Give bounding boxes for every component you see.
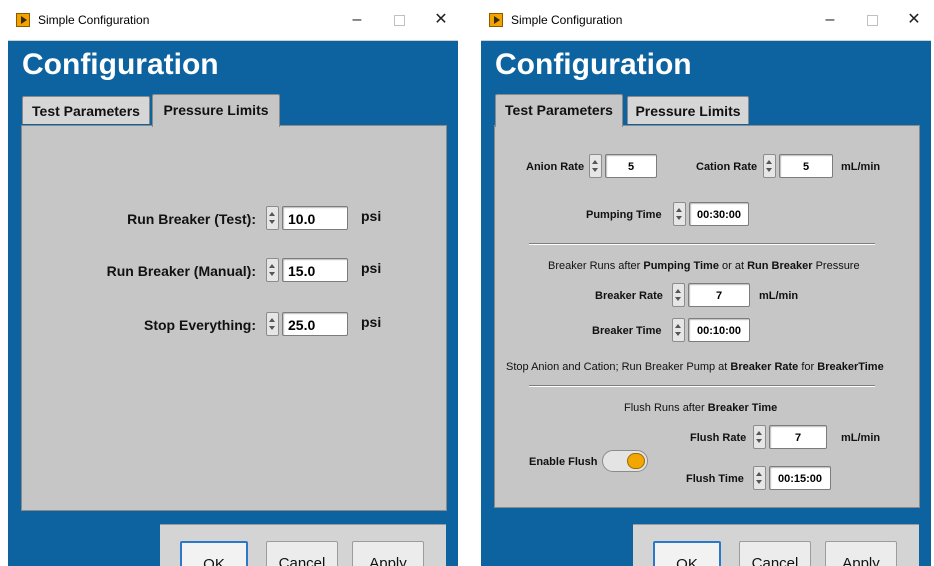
enable-flush-label: Enable Flush bbox=[529, 456, 598, 468]
breaker-rate-label: Breaker Rate bbox=[595, 290, 663, 302]
cation-rate-input[interactable]: 5 bbox=[779, 154, 833, 178]
stop-everything-input[interactable]: 25.0 bbox=[282, 312, 348, 336]
spinner-icon[interactable] bbox=[673, 202, 686, 226]
run-breaker-test-control: 10.0 bbox=[266, 203, 348, 233]
title-bar[interactable]: Simple Configuration – ✕ bbox=[8, 0, 458, 41]
title-bar[interactable]: Simple Configuration – ✕ bbox=[481, 0, 931, 41]
breaker-rate-input[interactable]: 7 bbox=[688, 283, 750, 307]
config-window-test: Simple Configuration – ✕ Configuration T… bbox=[481, 0, 931, 566]
pumping-time-input[interactable]: 00:30:00 bbox=[689, 202, 749, 226]
anion-rate-label: Anion Rate bbox=[526, 161, 585, 173]
labview-run-icon bbox=[489, 13, 503, 27]
ok-button[interactable]: OK bbox=[180, 541, 248, 566]
stop-everything-control: 25.0 bbox=[266, 309, 348, 339]
cancel-button[interactable]: Cancel bbox=[266, 541, 338, 566]
flush-rate-input[interactable]: 7 bbox=[769, 425, 827, 449]
pumping-time-control: 00:30:00 bbox=[673, 199, 749, 229]
run-breaker-manual-input[interactable]: 15.0 bbox=[282, 258, 348, 282]
enable-flush-toggle[interactable] bbox=[602, 450, 648, 472]
run-breaker-manual-label: Run Breaker (Manual): bbox=[106, 263, 256, 279]
anion-rate-input[interactable]: 5 bbox=[605, 154, 657, 178]
anion-rate-control: 5 bbox=[589, 151, 657, 181]
maximize-icon[interactable] bbox=[388, 9, 410, 31]
flush-rate-control: 7 bbox=[753, 422, 827, 452]
toggle-knob bbox=[627, 453, 645, 469]
stop-note: Stop Anion and Cation; Run Breaker Pump … bbox=[506, 361, 884, 373]
spinner-icon[interactable] bbox=[672, 283, 685, 307]
spinner-icon[interactable] bbox=[266, 206, 279, 230]
cation-rate-control: 5 bbox=[763, 151, 833, 181]
spinner-icon[interactable] bbox=[672, 318, 685, 342]
ok-button[interactable]: OK bbox=[653, 541, 721, 566]
page-title: Configuration bbox=[22, 48, 219, 81]
breaker-time-label: Breaker Time bbox=[592, 325, 662, 337]
breaker-rate-control: 7 bbox=[672, 280, 750, 310]
unit-label: psi bbox=[361, 208, 382, 224]
tab-test-parameters[interactable]: Test Parameters bbox=[22, 96, 150, 124]
minimize-icon[interactable]: – bbox=[819, 9, 841, 31]
pressure-limits-panel: Run Breaker (Test): 10.0 psi Run Breaker… bbox=[21, 125, 447, 511]
spinner-icon[interactable] bbox=[753, 425, 766, 449]
labview-run-icon bbox=[16, 13, 30, 27]
flush-time-input[interactable]: 00:15:00 bbox=[769, 466, 831, 490]
cation-rate-label: Cation Rate bbox=[696, 161, 758, 173]
config-window-pressure: Simple Configuration – ✕ Configuration T… bbox=[8, 0, 458, 566]
page-title: Configuration bbox=[495, 48, 692, 81]
flush-time-label: Flush Time bbox=[686, 473, 744, 485]
divider bbox=[529, 243, 875, 245]
unit-label: psi bbox=[361, 260, 382, 276]
run-breaker-manual-control: 15.0 bbox=[266, 255, 348, 285]
spinner-icon[interactable] bbox=[266, 258, 279, 282]
maximize-icon[interactable] bbox=[861, 9, 883, 31]
flush-note: Flush Runs after Breaker Time bbox=[624, 402, 778, 414]
breaker-unit-label: mL/min bbox=[759, 290, 799, 302]
apply-button[interactable]: Apply bbox=[825, 541, 897, 566]
cation-unit-label: mL/min bbox=[841, 161, 881, 173]
divider bbox=[529, 385, 875, 387]
apply-button[interactable]: Apply bbox=[352, 541, 424, 566]
flush-unit-label: mL/min bbox=[841, 432, 881, 444]
pumping-time-label: Pumping Time bbox=[586, 209, 662, 221]
run-breaker-test-input[interactable]: 10.0 bbox=[282, 206, 348, 230]
breaker-time-input[interactable]: 00:10:00 bbox=[688, 318, 750, 342]
unit-label: psi bbox=[361, 314, 382, 330]
button-bar: OK Cancel Apply bbox=[633, 524, 919, 566]
tab-pressure-limits[interactable]: Pressure Limits bbox=[152, 94, 280, 127]
stop-everything-label: Stop Everything: bbox=[143, 317, 256, 333]
tab-test-parameters[interactable]: Test Parameters bbox=[495, 94, 623, 127]
button-bar: OK Cancel Apply bbox=[160, 524, 446, 566]
spinner-icon[interactable] bbox=[753, 466, 766, 490]
close-icon[interactable]: ✕ bbox=[903, 9, 925, 31]
test-parameters-panel: Anion Rate 5 Cation Rate 5 mL/min Pumpin… bbox=[494, 125, 920, 508]
spinner-icon[interactable] bbox=[266, 312, 279, 336]
window-title: Simple Configuration bbox=[38, 13, 150, 27]
window-title: Simple Configuration bbox=[511, 13, 623, 27]
spinner-icon[interactable] bbox=[589, 154, 602, 178]
run-breaker-test-label: Run Breaker (Test): bbox=[127, 211, 256, 227]
breaker-note: Breaker Runs after Pumping Time or at Ru… bbox=[548, 260, 860, 272]
flush-time-control: 00:15:00 bbox=[753, 463, 831, 493]
breaker-time-control: 00:10:00 bbox=[672, 315, 750, 345]
flush-rate-label: Flush Rate bbox=[690, 432, 747, 444]
minimize-icon[interactable]: – bbox=[346, 9, 368, 31]
cancel-button[interactable]: Cancel bbox=[739, 541, 811, 566]
tab-pressure-limits[interactable]: Pressure Limits bbox=[627, 96, 749, 124]
close-icon[interactable]: ✕ bbox=[430, 9, 452, 31]
spinner-icon[interactable] bbox=[763, 154, 776, 178]
